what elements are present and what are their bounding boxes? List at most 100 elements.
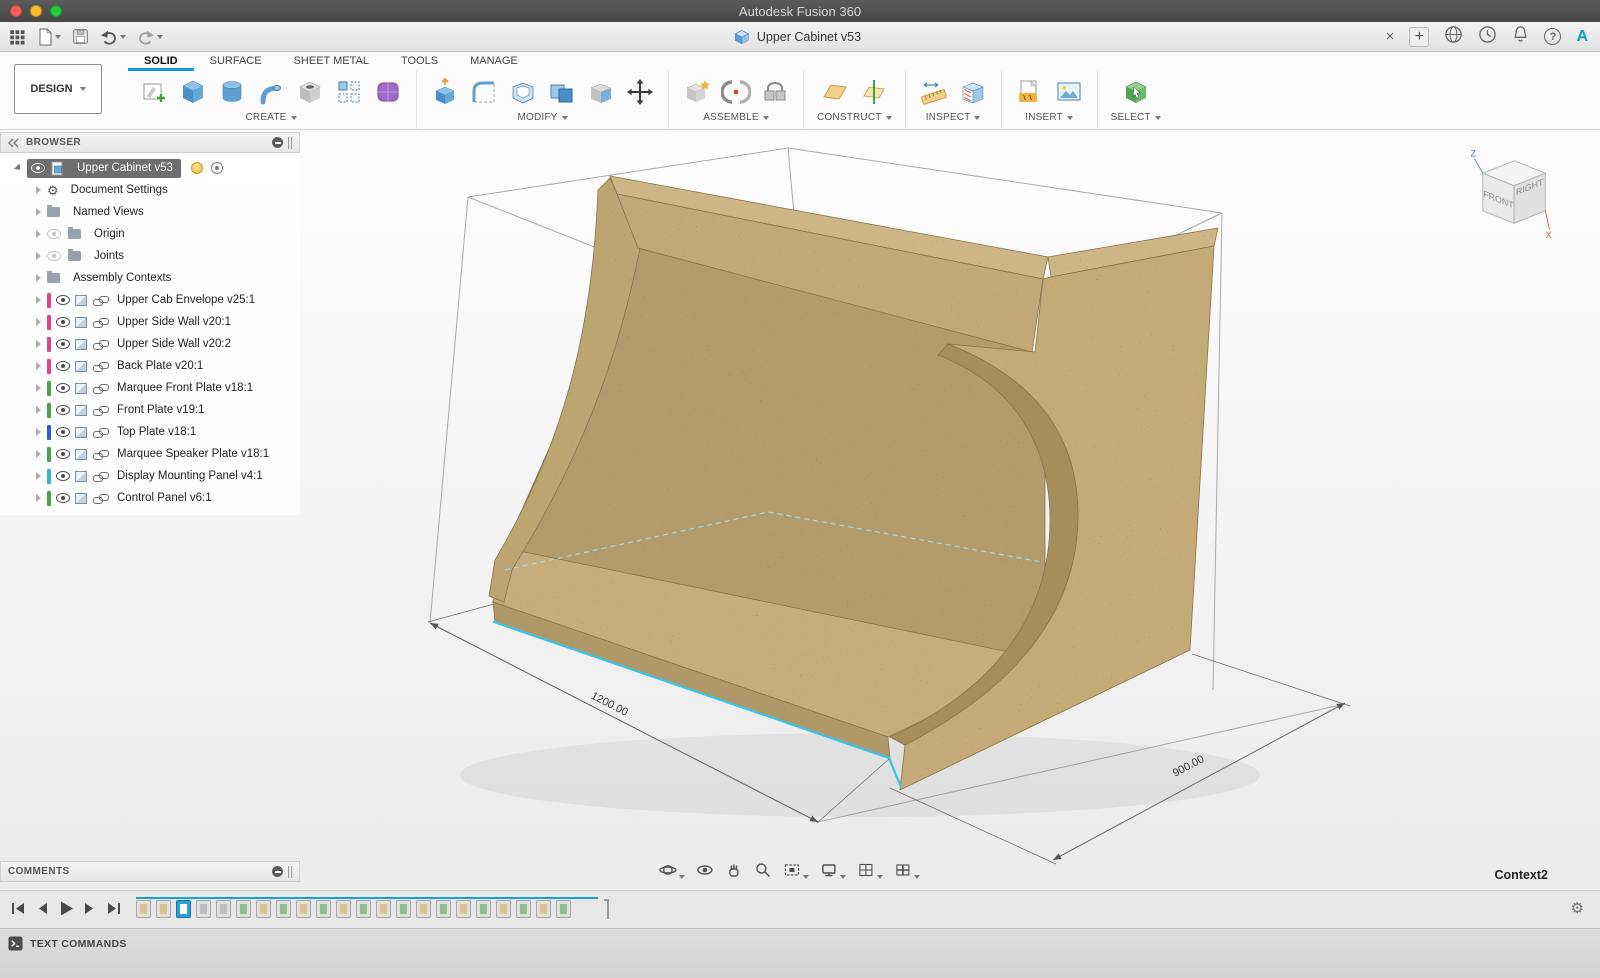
save-button[interactable] — [72, 28, 89, 45]
group-label-modify[interactable]: MODIFY — [517, 112, 567, 123]
timeline-item-joint[interactable] — [196, 900, 211, 918]
expand-arrow-icon[interactable] — [36, 362, 41, 370]
play-button[interactable] — [58, 900, 74, 917]
construction-axis-icon[interactable] — [859, 77, 889, 107]
timeline-item-sketch[interactable] — [176, 900, 191, 918]
expand-arrow-icon[interactable] — [36, 494, 41, 502]
timeline-position-track[interactable] — [136, 897, 598, 899]
file-menu-button[interactable] — [37, 28, 61, 46]
data-panel-button[interactable] — [8, 28, 26, 46]
timeline-item-feature[interactable] — [456, 900, 471, 918]
step-back-button[interactable] — [35, 901, 49, 916]
look-at-button[interactable] — [694, 859, 716, 881]
timeline-item-sketch[interactable] — [356, 900, 371, 918]
browser-row-component[interactable]: Marquee Speaker Plate v18:1 — [0, 443, 300, 465]
timeline-item-feature[interactable] — [256, 900, 271, 918]
panel-drag-handle[interactable] — [288, 866, 292, 878]
timeline-item-sketch[interactable] — [276, 900, 291, 918]
zoom-button[interactable] — [752, 859, 774, 881]
browser-header[interactable]: BROWSER — [0, 132, 300, 153]
browser-row-component[interactable]: Top Plate v18:1 — [0, 421, 300, 443]
press-pull-icon[interactable] — [430, 77, 460, 107]
expand-arrow-icon[interactable] — [36, 274, 41, 282]
visibility-eye-icon[interactable] — [56, 317, 70, 327]
fit-button[interactable] — [781, 859, 811, 881]
collapse-panel-icon[interactable] — [8, 138, 19, 148]
browser-row-component[interactable]: Marquee Front Plate v18:1 — [0, 377, 300, 399]
group-label-construct[interactable]: CONSTRUCT — [817, 112, 892, 123]
timeline-item-feature[interactable] — [136, 900, 151, 918]
timeline-item-feature[interactable] — [376, 900, 391, 918]
offset-face-icon[interactable] — [586, 77, 616, 107]
panel-options-icon[interactable] — [272, 137, 283, 148]
visibility-eye-icon[interactable] — [56, 471, 70, 481]
expand-arrow-icon[interactable] — [36, 450, 41, 458]
visibility-eye-icon[interactable] — [56, 449, 70, 459]
visibility-eye-icon[interactable] — [56, 383, 70, 393]
panel-options-icon[interactable] — [272, 866, 283, 877]
visibility-eye-icon[interactable] — [31, 163, 45, 173]
recent-activity-icon[interactable] — [1478, 25, 1497, 49]
comments-header[interactable]: COMMENTS — [0, 861, 300, 882]
browser-row-component[interactable]: Display Mounting Panel v4:1 — [0, 465, 300, 487]
orbit-button[interactable] — [657, 859, 687, 881]
timeline-item-feature[interactable] — [156, 900, 171, 918]
tab-surface[interactable]: SURFACE — [194, 52, 278, 71]
rigid-group-icon[interactable] — [760, 77, 790, 107]
construction-plane-icon[interactable] — [820, 77, 850, 107]
expand-arrow-icon[interactable] — [36, 406, 41, 414]
panel-drag-handle[interactable] — [288, 137, 292, 149]
browser-row-assembly-contexts[interactable]: Assembly Contexts — [0, 267, 300, 289]
group-label-select[interactable]: SELECT — [1111, 112, 1161, 123]
timeline-item-feature[interactable] — [416, 900, 431, 918]
activate-component-icon[interactable] — [211, 162, 223, 174]
expand-arrow-icon[interactable] — [36, 318, 41, 326]
help-icon[interactable]: ? — [1544, 28, 1561, 45]
timeline-item-sketch[interactable] — [556, 900, 571, 918]
close-document-button[interactable]: × — [1386, 29, 1395, 44]
tab-solid[interactable]: SOLID — [128, 52, 194, 71]
create-form-icon[interactable] — [373, 77, 403, 107]
workspace-selector[interactable]: DESIGN — [14, 64, 102, 114]
extrude-icon[interactable] — [178, 77, 208, 107]
browser-row-root[interactable]: Upper Cabinet v53 — [0, 157, 300, 179]
document-tab[interactable]: Upper Cabinet v53 — [734, 22, 861, 51]
new-document-button[interactable]: + — [1409, 27, 1429, 47]
browser-row-document-settings[interactable]: ⚙ Document Settings — [0, 179, 300, 201]
select-icon[interactable] — [1121, 77, 1151, 107]
timeline-item-feature[interactable] — [496, 900, 511, 918]
visibility-eye-icon[interactable] — [47, 229, 61, 239]
skip-to-end-button[interactable] — [106, 901, 122, 916]
pattern-icon[interactable] — [334, 77, 364, 107]
visibility-eye-icon[interactable] — [56, 339, 70, 349]
visibility-eye-icon[interactable] — [56, 405, 70, 415]
timeline-item-feature[interactable] — [336, 900, 351, 918]
expand-arrow-icon[interactable] — [36, 472, 41, 480]
timeline-item-sketch[interactable] — [316, 900, 331, 918]
selected-root-item[interactable]: Upper Cabinet v53 — [27, 159, 181, 178]
group-label-inspect[interactable]: INSPECT — [926, 112, 981, 123]
visibility-eye-icon[interactable] — [47, 251, 61, 261]
undo-button[interactable] — [100, 29, 126, 45]
insert-svg-icon[interactable] — [1015, 77, 1045, 107]
timeline-end-marker[interactable] — [604, 899, 609, 919]
close-window-button[interactable] — [10, 5, 22, 17]
job-status-icon[interactable] — [1444, 25, 1463, 49]
group-label-assemble[interactable]: ASSEMBLE — [703, 112, 769, 123]
browser-row-joints[interactable]: Joints — [0, 245, 300, 267]
group-label-insert[interactable]: INSERT — [1025, 112, 1073, 123]
combine-icon[interactable] — [547, 77, 577, 107]
expand-arrow-icon[interactable] — [36, 296, 41, 304]
browser-row-component[interactable]: Front Plate v19:1 — [0, 399, 300, 421]
view-cube[interactable]: FRONT RIGHT Z X — [1462, 142, 1562, 242]
create-sketch-icon[interactable] — [139, 77, 169, 107]
display-settings-button[interactable] — [818, 859, 848, 881]
pan-button[interactable] — [723, 859, 745, 881]
tab-manage[interactable]: MANAGE — [454, 52, 534, 71]
insert-canvas-icon[interactable] — [1054, 77, 1084, 107]
expand-arrow-icon[interactable] — [36, 208, 41, 216]
expand-arrow-icon[interactable] — [36, 340, 41, 348]
tab-tools[interactable]: TOOLS — [385, 52, 454, 71]
context-bulb-icon[interactable] — [191, 162, 203, 174]
grid-snaps-button[interactable] — [855, 859, 885, 881]
